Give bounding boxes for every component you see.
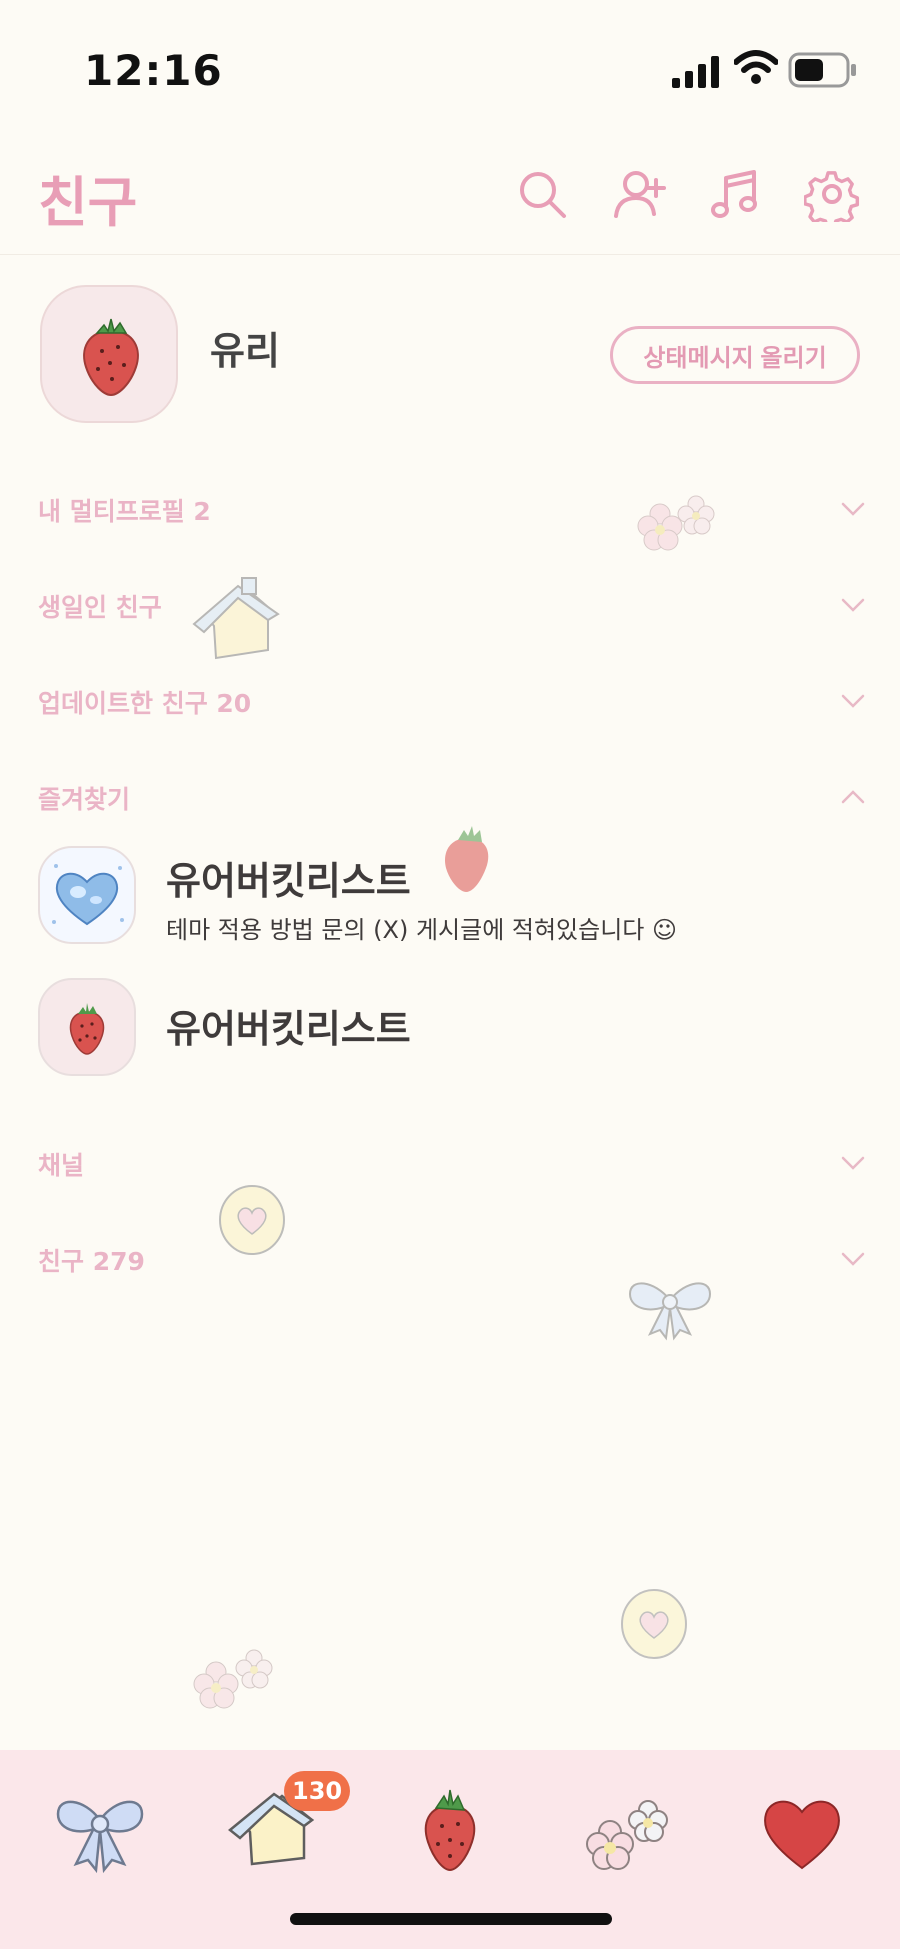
- section-friends[interactable]: 친구 279: [38, 1234, 868, 1284]
- ribbon-icon[interactable]: [50, 1780, 150, 1880]
- chevron-down-icon: [841, 598, 865, 612]
- section-multi-profile[interactable]: 내 멀티프로필 2: [38, 484, 868, 534]
- section-favorites-label: 즐겨찾기: [38, 785, 131, 814]
- my-profile-name[interactable]: 유리: [210, 320, 280, 375]
- app-header: 친구: [0, 150, 900, 255]
- add-friend-icon[interactable]: [612, 166, 668, 222]
- status-time: 12:16: [84, 46, 223, 95]
- section-updated-friends[interactable]: 업데이트한 친구 20: [38, 676, 868, 726]
- cellular-signal-icon: [672, 56, 719, 88]
- heart-badge-decoration-icon: [621, 1589, 687, 1659]
- heart-icon[interactable]: [752, 1780, 852, 1880]
- music-icon[interactable]: [708, 166, 764, 222]
- favorite-friend-item[interactable]: 유어버킷리스트: [38, 978, 878, 1078]
- strawberry-icon[interactable]: [400, 1780, 500, 1880]
- page-title: 친구: [38, 171, 138, 234]
- flowers-icon[interactable]: [578, 1780, 678, 1880]
- friend-status-message: 테마 적용 방법 문의 (X) 게시글에 적혀있습니다 ☺︎: [166, 916, 678, 944]
- search-icon[interactable]: [514, 166, 570, 222]
- status-bar: 12:16: [0, 0, 900, 140]
- friend-avatar: [38, 846, 136, 944]
- section-channel-label: 채널: [38, 1151, 85, 1180]
- section-favorites[interactable]: 즐겨찾기: [38, 772, 868, 822]
- chevron-down-icon: [841, 1252, 865, 1266]
- chevron-up-icon: [841, 790, 865, 804]
- chevron-down-icon: [841, 694, 865, 708]
- section-birthday-label: 생일인 친구: [38, 593, 162, 622]
- chevron-down-icon: [841, 502, 865, 516]
- flowers-decoration-icon: [193, 1649, 273, 1709]
- strawberry-icon: [69, 1003, 105, 1055]
- wifi-icon: [734, 50, 778, 84]
- section-birthday[interactable]: 생일인 친구: [38, 580, 868, 630]
- my-profile-avatar[interactable]: [40, 285, 178, 423]
- post-status-message-button[interactable]: 상태메시지 올리기: [610, 326, 860, 384]
- friend-name: 유어버킷리스트: [166, 1007, 411, 1051]
- strawberry-decoration-icon: [444, 826, 489, 892]
- section-channel[interactable]: 채널: [38, 1138, 868, 1188]
- home-indicator[interactable]: [290, 1913, 612, 1925]
- house-decoration-icon: [192, 577, 280, 660]
- strawberry-icon: [83, 318, 139, 397]
- notification-badge: 130: [284, 1771, 351, 1811]
- friend-name: 유어버킷리스트: [166, 859, 411, 903]
- section-multi-profile-label: 내 멀티프로필 2: [38, 497, 211, 526]
- battery-icon: [788, 52, 856, 88]
- section-updated-label: 업데이트한 친구 20: [38, 689, 252, 718]
- flowers-decoration-icon: [637, 495, 715, 551]
- settings-icon[interactable]: [804, 166, 860, 222]
- ribbon-decoration-icon: [628, 1282, 712, 1341]
- chevron-down-icon: [841, 1156, 865, 1170]
- friend-avatar: [38, 978, 136, 1076]
- section-friends-label: 친구 279: [38, 1247, 145, 1276]
- heart-badge-decoration-icon: [219, 1185, 285, 1255]
- blue-heart-icon: [52, 864, 124, 926]
